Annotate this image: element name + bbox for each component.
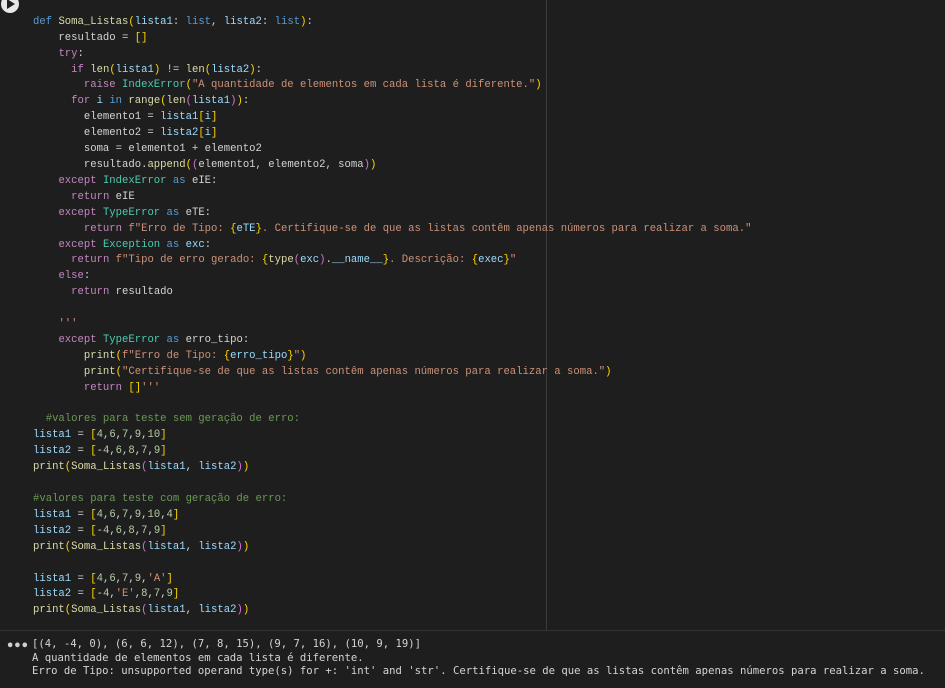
code-editor[interactable]: # Exercício 4 def Soma_Listas(lista1: li… — [33, 0, 751, 619]
more-horizontal-icon: ••• — [6, 639, 29, 654]
code-cell[interactable]: # Exercício 4 def Soma_Listas(lista1: li… — [0, 0, 945, 630]
output-text: [(4, -4, 0), (6, 6, 12), (7, 8, 15), (9,… — [32, 638, 925, 679]
output-menu-button[interactable]: ••• — [6, 639, 29, 654]
output-line: [(4, -4, 0), (6, 6, 12), (7, 8, 15), (9,… — [32, 638, 422, 650]
output-line: Erro de Tipo: unsupported operand type(s… — [32, 665, 925, 678]
output-line: A quantidade de elementos em cada lista … — [32, 651, 364, 664]
run-cell-button[interactable] — [1, 0, 19, 13]
output-area: ••• [(4, -4, 0), (6, 6, 12), (7, 8, 15),… — [0, 630, 945, 688]
